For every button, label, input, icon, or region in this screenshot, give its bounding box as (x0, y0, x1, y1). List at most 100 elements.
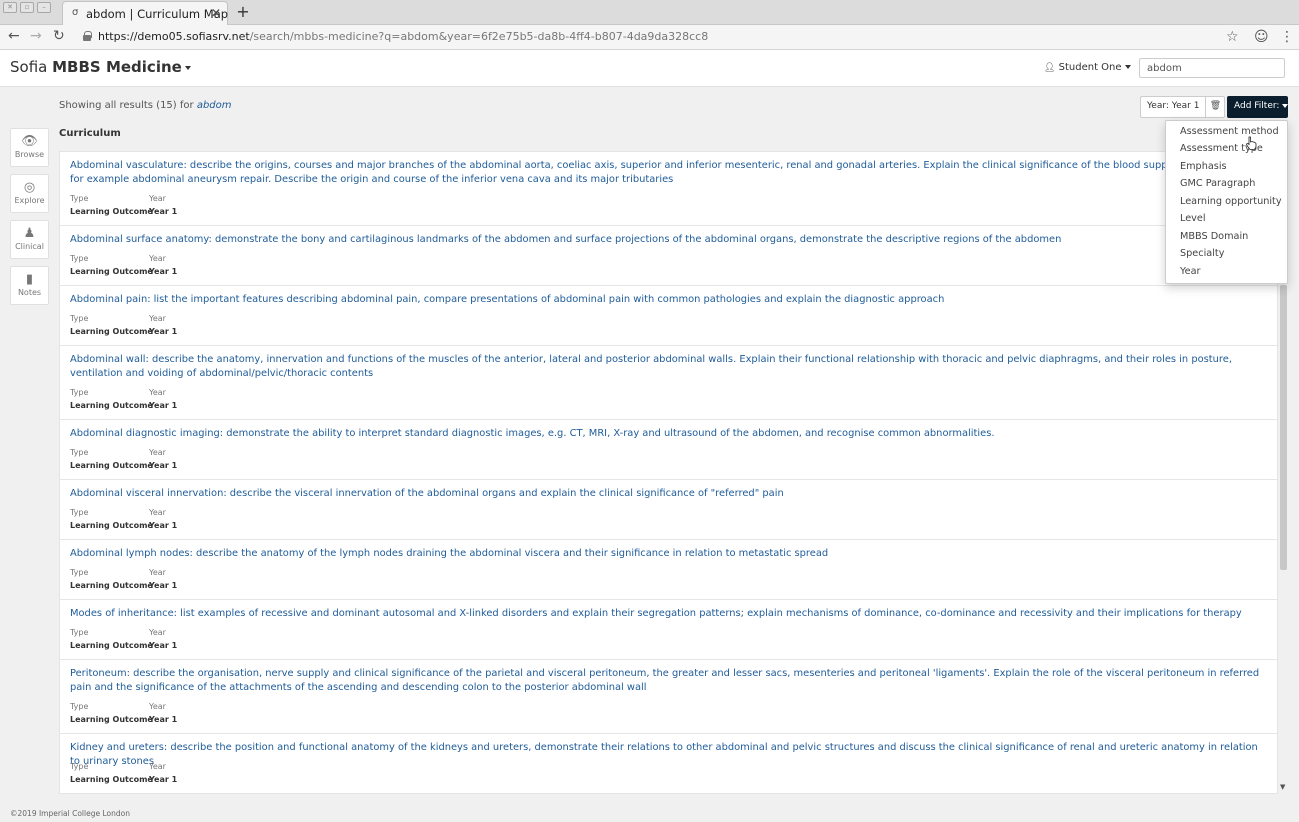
rail-label: Explore (14, 196, 45, 205)
add-filter-dropdown: Assessment method Assessment type Emphas… (1165, 120, 1288, 284)
type-value: Learning Outcome (70, 581, 153, 590)
rail-item-notes[interactable]: ▮ Notes (10, 266, 49, 305)
result-title-link[interactable]: Abdominal pain: list the important featu… (70, 293, 1270, 307)
tab-close-icon[interactable]: ✕ (211, 6, 221, 20)
results-query: abdom (196, 100, 232, 111)
year-value: Year 1 (149, 327, 178, 336)
hand-cursor-icon (1245, 136, 1257, 150)
scroll-down-arrow-icon[interactable]: ▼ (1280, 783, 1285, 791)
result-title-link[interactable]: Abdominal visceral innervation: describe… (70, 487, 1270, 501)
result-item: Abdominal surface anatomy: demonstrate t… (60, 226, 1277, 286)
window-controls: ✕ ▫ – (3, 2, 51, 13)
filter-option-level[interactable]: Level (1180, 213, 1206, 224)
filter-option-emphasis[interactable]: Emphasis (1180, 161, 1227, 172)
year-label: Year (149, 762, 166, 771)
filter-option-assessment-method[interactable]: Assessment method (1180, 126, 1279, 137)
filter-option-year[interactable]: Year (1180, 266, 1201, 277)
year-label: Year (149, 254, 166, 263)
back-arrow-icon[interactable]: ← (8, 28, 20, 44)
year-label: Year (149, 388, 166, 397)
add-filter-label: Add Filter: (1234, 101, 1280, 111)
brand-prefix: Sofia (10, 58, 48, 76)
rail-label: Notes (17, 288, 42, 297)
trash-icon[interactable]: 🗑︎ (1206, 97, 1224, 117)
result-title-link[interactable]: Abdominal lymph nodes: describe the anat… (70, 547, 1270, 561)
scrollbar-thumb[interactable] (1280, 285, 1287, 570)
results-scrollbar[interactable]: ▼ (1279, 283, 1288, 793)
year-label: Year (149, 568, 166, 577)
type-value: Learning Outcome (70, 207, 153, 216)
result-item: Abdominal lymph nodes: describe the anat… (60, 540, 1277, 600)
rail-item-browse[interactable]: 👁︎ Browse (10, 128, 49, 167)
window-maximize-icon[interactable]: ▫ (20, 2, 34, 13)
browser-tab[interactable]: σ abdom | Curriculum Map ✕ (62, 1, 228, 25)
filter-option-mbbs-domain[interactable]: MBBS Domain (1180, 231, 1248, 242)
type-label: Type (70, 254, 89, 263)
year-label: Year (149, 314, 166, 323)
compass-icon: ◎ (23, 180, 36, 195)
chevron-down-icon (184, 65, 191, 70)
lock-icon (83, 31, 92, 41)
type-value: Learning Outcome (70, 641, 153, 650)
year-value: Year 1 (149, 715, 178, 724)
type-value: Learning Outcome (70, 327, 153, 336)
user-name: Student One (1058, 62, 1122, 73)
year-label: Year (149, 448, 166, 457)
result-title-link[interactable]: Abdominal diagnostic imaging: demonstrat… (70, 427, 1270, 441)
filter-option-learning-opportunity[interactable]: Learning opportunity (1180, 196, 1282, 207)
rail-item-clinical[interactable]: ♟︎ Clinical (10, 220, 49, 259)
tab-title: abdom | Curriculum Map (86, 7, 229, 21)
result-title-link[interactable]: Abdominal surface anatomy: demonstrate t… (70, 233, 1270, 247)
type-label: Type (70, 508, 89, 517)
result-item: Abdominal pain: list the important featu… (60, 286, 1277, 346)
year-value: Year 1 (149, 207, 178, 216)
app-header: Sofia MBBS Medicine 👤︎ Student One (0, 50, 1299, 87)
user-menu[interactable]: 👤︎ Student One (1044, 62, 1131, 73)
brand-name: MBBS Medicine (52, 58, 182, 76)
filter-option-gmc-paragraph[interactable]: GMC Paragraph (1180, 178, 1255, 189)
bookmark-star-icon[interactable]: ☆ (1226, 29, 1239, 45)
year-label: Year (149, 508, 166, 517)
extension-icon[interactable]: ☺ (1254, 29, 1269, 45)
window-minimize-icon[interactable]: – (37, 2, 51, 13)
result-item: Abdominal wall: describe the anatomy, in… (60, 346, 1277, 420)
year-value: Year 1 (149, 461, 178, 470)
result-item: Abdominal diagnostic imaging: demonstrat… (60, 420, 1277, 480)
year-value: Year 1 (149, 521, 178, 530)
forward-arrow-icon[interactable]: → (30, 28, 42, 44)
browser-menu-icon[interactable]: ⋮ (1280, 29, 1294, 45)
result-title-link[interactable]: Kidney and ureters: describe the positio… (70, 741, 1270, 768)
result-item: Modes of inheritance: list examples of r… (60, 600, 1277, 660)
chevron-down-icon (1124, 65, 1131, 69)
type-label: Type (70, 388, 89, 397)
add-filter-button[interactable]: Add Filter: (1227, 96, 1289, 118)
year-value: Year 1 (149, 641, 178, 650)
result-title-link[interactable]: Abdominal vasculature: describe the orig… (70, 159, 1270, 186)
active-filter-label[interactable]: Year: Year 1 (1141, 97, 1207, 117)
window-close-icon[interactable]: ✕ (3, 2, 17, 13)
results-list: Abdominal vasculature: describe the orig… (59, 151, 1278, 794)
result-title-link[interactable]: Modes of inheritance: list examples of r… (70, 607, 1270, 621)
new-tab-icon[interactable]: + (233, 3, 253, 21)
rail-label: Browse (14, 150, 45, 159)
year-label: Year (149, 628, 166, 637)
type-label: Type (70, 568, 89, 577)
sofia-favicon-icon: σ (72, 7, 79, 18)
result-item: Abdominal visceral innervation: describe… (60, 480, 1277, 540)
results-summary-text: Showing all results (15) for (59, 100, 194, 111)
filter-option-specialty[interactable]: Specialty (1180, 248, 1224, 259)
search-input[interactable] (1139, 58, 1285, 78)
year-label: Year (149, 702, 166, 711)
result-title-link[interactable]: Peritoneum: describe the organisation, n… (70, 667, 1270, 694)
result-title-link[interactable]: Abdominal wall: describe the anatomy, in… (70, 353, 1270, 380)
result-item: Abdominal vasculature: describe the orig… (60, 152, 1277, 226)
user-md-icon: ♟︎ (23, 226, 36, 241)
chevron-down-icon (1282, 103, 1289, 108)
reload-icon[interactable]: ↻ (53, 28, 65, 44)
rail-item-explore[interactable]: ◎ Explore (10, 174, 49, 213)
url-field[interactable]: https://demo05.sofiasrv.net/search/mbbs-… (98, 30, 708, 43)
app-brand-menu[interactable]: Sofia MBBS Medicine (10, 58, 191, 76)
result-item: Peritoneum: describe the organisation, n… (60, 660, 1277, 734)
year-label: Year (149, 194, 166, 203)
active-filter-year: Year: Year 1 🗑︎ (1140, 96, 1226, 118)
